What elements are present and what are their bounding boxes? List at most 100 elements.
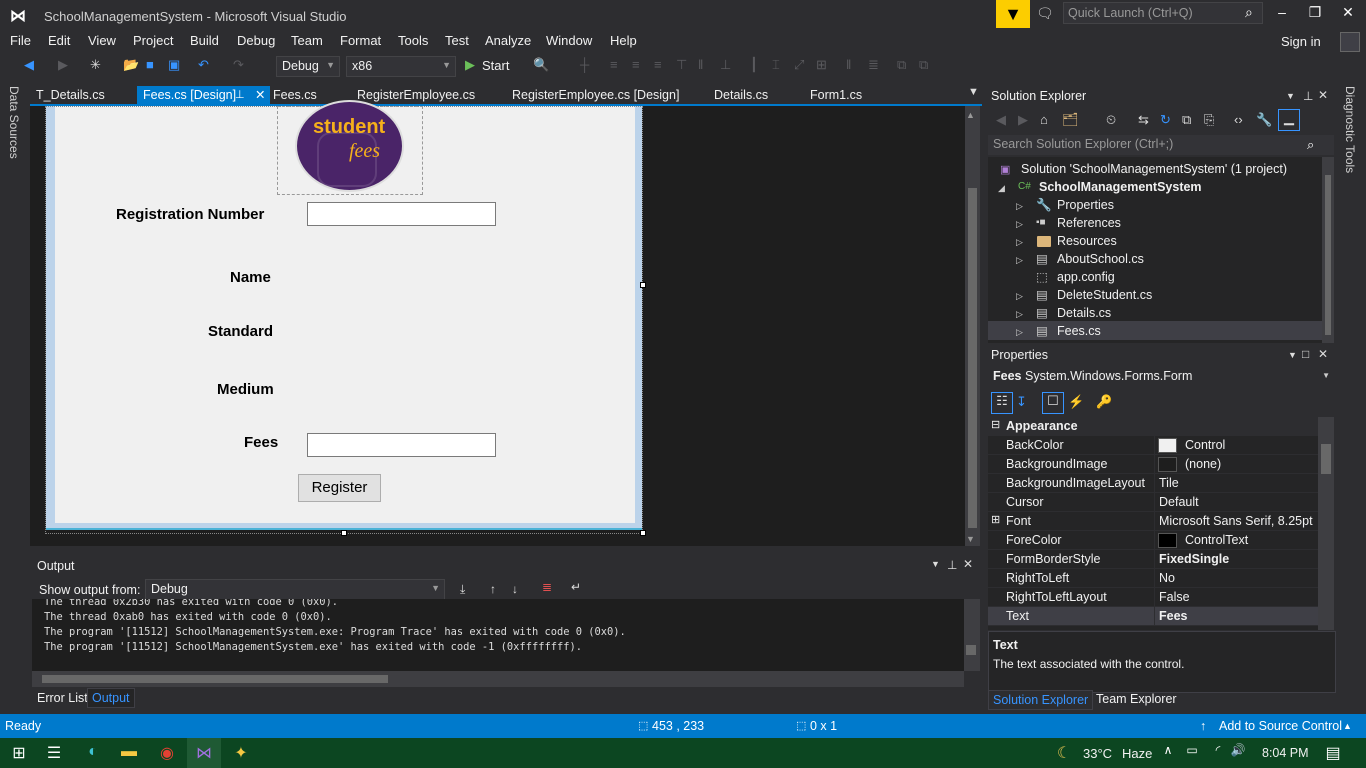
property-value[interactable]: No <box>1159 571 1175 585</box>
back-icon[interactable]: ◀ <box>996 112 1006 130</box>
show-all-files-icon[interactable]: ⎘ <box>1204 112 1214 130</box>
property-value[interactable]: (none) <box>1185 457 1221 471</box>
start-button[interactable]: Start <box>482 58 509 76</box>
category-appearance[interactable]: ⊟ Appearance <box>988 417 1318 436</box>
expand-arrow-icon[interactable]: ▷ <box>1016 201 1023 212</box>
close-tab-icon[interactable]: ✕ <box>255 87 265 102</box>
file-explorer-icon[interactable]: ▬ <box>118 743 140 763</box>
pending-changes-icon[interactable]: ⏲ <box>1106 112 1116 130</box>
output-text-area[interactable]: The thread 0x2b30 has exited with code 0… <box>32 599 964 671</box>
battery-icon[interactable]: ▭ <box>1181 743 1203 763</box>
navigate-back-icon[interactable]: ◀ <box>24 57 34 75</box>
expand-arrow-icon[interactable]: ▷ <box>1016 327 1023 338</box>
resize-handle-bottom[interactable] <box>341 530 347 536</box>
menu-analyze[interactable]: Analyze <box>485 33 531 48</box>
property-row[interactable]: Cursor Default <box>988 493 1318 512</box>
collapse-icon[interactable]: ⊟ <box>991 418 1000 431</box>
register-button[interactable]: Register <box>298 474 381 502</box>
property-row[interactable]: BackgroundImageLayout Tile <box>988 474 1318 493</box>
tree-item[interactable]: References <box>1057 214 1121 232</box>
prev-message-icon[interactable]: ↑ <box>490 582 496 596</box>
open-file-icon[interactable]: 📂 <box>123 57 139 75</box>
tab-register-employee-design[interactable]: RegisterEmployee.cs [Design] <box>506 86 685 105</box>
tab-register-employee[interactable]: RegisterEmployee.cs <box>351 86 481 105</box>
menu-format[interactable]: Format <box>340 33 381 48</box>
tree-item[interactable]: Details.cs <box>1057 304 1111 322</box>
events-lightning-icon[interactable]: ⚡ <box>1068 394 1084 412</box>
property-row[interactable]: BackColor Control <box>988 436 1318 455</box>
view-code-icon[interactable]: ‹› <box>1234 112 1243 130</box>
expand-icon[interactable]: ⊞ <box>991 513 1000 526</box>
fees-input[interactable] <box>307 433 496 457</box>
tree-item[interactable]: Resources <box>1057 232 1117 250</box>
edge-browser-icon[interactable]: ◐ <box>82 743 104 763</box>
panel-menu-icon[interactable]: ▼ <box>1288 350 1297 360</box>
tab-details[interactable]: Details.cs <box>708 86 774 105</box>
tree-item[interactable]: Properties <box>1057 196 1114 214</box>
notification-flag-icon[interactable]: ▼ <box>996 0 1030 28</box>
expand-arrow-icon[interactable]: ▷ <box>1016 219 1023 230</box>
clear-all-icon[interactable]: ≣ <box>542 580 552 594</box>
platform-dropdown[interactable]: x86 ▼ <box>346 56 456 77</box>
refresh-icon[interactable]: ↻ <box>1160 112 1171 130</box>
collapse-all-icon[interactable]: ⧉ <box>1182 112 1191 130</box>
clock[interactable]: 8:04 PM <box>1262 746 1309 760</box>
find-in-files-icon[interactable]: 🔍 <box>533 57 549 75</box>
property-value[interactable]: Fees <box>1159 609 1188 623</box>
close-panel-icon[interactable]: ✕ <box>1318 88 1328 102</box>
add-to-source-control[interactable]: Add to Source Control <box>1219 719 1342 733</box>
action-center-icon[interactable]: ▤ <box>1322 743 1344 763</box>
menu-team[interactable]: Team <box>291 33 323 48</box>
menu-project[interactable]: Project <box>133 33 173 48</box>
restore-button[interactable]: ❐ <box>1303 4 1327 24</box>
expand-arrow-icon[interactable]: ▷ <box>1016 255 1023 266</box>
menu-test[interactable]: Test <box>445 33 469 48</box>
start-play-icon[interactable]: ▶ <box>465 57 475 75</box>
pin-icon[interactable]: ⊥ <box>947 558 957 572</box>
tab-form1[interactable]: Form1.cs <box>804 86 868 105</box>
expanded-arrow-icon[interactable]: ◢ <box>998 183 1005 194</box>
home-icon[interactable]: ⌂ <box>1040 112 1048 130</box>
close-button[interactable]: ✕ <box>1336 4 1360 24</box>
tab-overflow-dropdown-icon[interactable]: ▼ <box>968 86 979 98</box>
resize-handle-corner[interactable] <box>640 530 646 536</box>
save-icon[interactable]: ■ <box>146 57 154 75</box>
property-row[interactable]: RightToLeftLayout False <box>988 588 1318 607</box>
preview-selected-icon[interactable]: ▁ <box>1278 109 1300 131</box>
account-avatar-icon[interactable] <box>1340 32 1360 52</box>
menu-tools[interactable]: Tools <box>398 33 428 48</box>
solution-tree-scrollbar[interactable] <box>1322 157 1334 343</box>
property-value[interactable]: Tile <box>1159 476 1179 490</box>
show-hidden-icons[interactable]: ∧ <box>1157 743 1179 763</box>
property-row[interactable]: FormBorderStyle FixedSingle <box>988 550 1318 569</box>
switch-views-icon[interactable]: 🗂 <box>1062 112 1079 130</box>
tree-item[interactable]: app.config <box>1057 268 1115 286</box>
tab-fees-design[interactable]: Fees.cs [Design] ⊥ ✕ <box>137 86 270 105</box>
tab-t-details[interactable]: T_Details.cs <box>30 86 111 105</box>
tree-item[interactable]: DeleteStudent.cs <box>1057 286 1152 304</box>
expand-arrow-icon[interactable]: ▷ <box>1016 237 1023 248</box>
tab-fees-code[interactable]: Fees.cs <box>267 86 323 105</box>
property-row[interactable]: Text Fees <box>988 607 1318 626</box>
scroll-thumb[interactable] <box>1325 175 1331 335</box>
tree-solution[interactable]: Solution 'SchoolManagementSystem' (1 pro… <box>1021 160 1287 178</box>
property-row[interactable]: BackgroundImage (none) <box>988 455 1318 474</box>
panel-menu-icon[interactable]: ▼ <box>931 559 940 569</box>
designer-scroll-thumb[interactable] <box>968 188 977 528</box>
close-panel-icon[interactable]: ✕ <box>963 557 973 571</box>
scroll-down-icon[interactable]: ▼ <box>966 534 975 544</box>
panel-menu-icon[interactable]: ▼ <box>1286 91 1295 101</box>
expand-arrow-icon[interactable]: ▷ <box>1016 309 1023 320</box>
search-icon[interactable]: ⌕ <box>1307 137 1314 153</box>
chevron-up-icon[interactable]: ▲ <box>1343 721 1352 731</box>
find-message-icon[interactable]: ⤓ <box>460 582 465 597</box>
student-fees-logo[interactable]: student fees <box>295 100 404 192</box>
quick-launch-input[interactable]: Quick Launch (Ctrl+Q) <box>1063 2 1263 24</box>
tab-solution-explorer[interactable]: Solution Explorer <box>988 690 1094 710</box>
categorized-icon[interactable]: ☷ <box>991 392 1013 414</box>
tab-output[interactable]: Output <box>87 688 135 708</box>
search-icon[interactable]: ⌕ <box>1245 4 1253 21</box>
property-value[interactable]: Microsoft Sans Serif, 8.25pt <box>1159 514 1313 528</box>
scroll-up-icon[interactable]: ▲ <box>966 110 975 120</box>
visual-studio-taskbar-icon[interactable]: ⋈ <box>193 743 215 763</box>
